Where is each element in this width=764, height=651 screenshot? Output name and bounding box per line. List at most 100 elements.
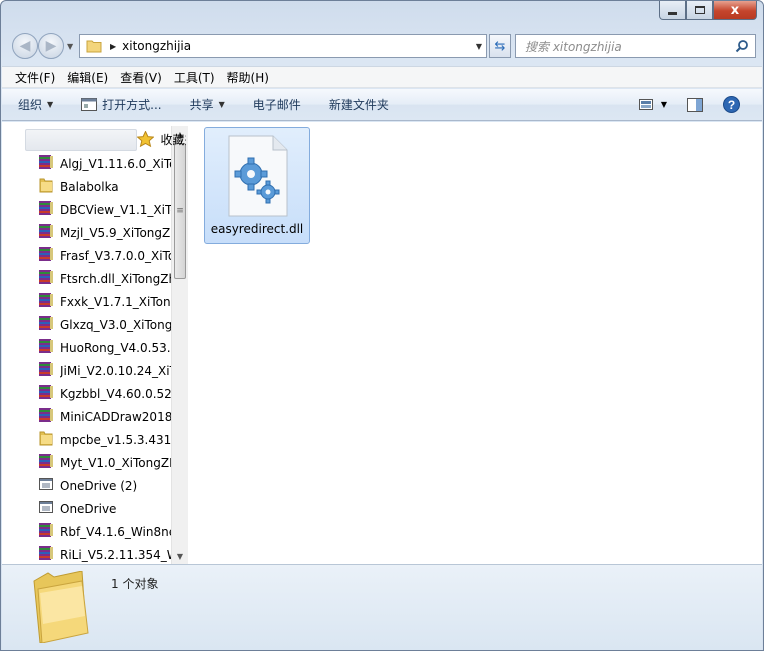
new-folder-button[interactable]: 新建文件夹: [329, 96, 389, 113]
details-pane: 1 个对象: [2, 564, 762, 650]
item-count: 1 个对象: [111, 577, 159, 591]
menu-tools[interactable]: 工具(T): [169, 69, 220, 86]
menu-edit[interactable]: 编辑(E): [62, 69, 113, 86]
sidebar-item[interactable]: Balabolka: [10, 175, 186, 198]
organize-button[interactable]: 组织 ▼: [18, 96, 53, 113]
open-with-icon: [81, 98, 98, 111]
close-button[interactable]: x: [713, 1, 757, 20]
sidebar-item-label: OneDrive (2): [60, 478, 138, 493]
share-label: 共享: [189, 98, 214, 112]
scrollbar-thumb[interactable]: ≡: [174, 143, 186, 279]
organize-label: 组织: [18, 98, 43, 112]
scroll-down-icon[interactable]: ▼: [172, 548, 188, 564]
forward-arrow-icon: ▶: [45, 38, 57, 54]
window-icon: [38, 499, 54, 518]
email-button[interactable]: 电子邮件: [253, 96, 301, 113]
chevron-down-icon: ▼: [218, 100, 225, 109]
sidebar-item[interactable]: Fxxk_V1.7.1_XiTong: [10, 290, 186, 313]
explorer-window: x ◀ ▶ ▼ ▶ xitongzhijia ▼ ⇆ 搜索 xitongzhij…: [0, 0, 764, 651]
forward-button[interactable]: ▶: [38, 33, 64, 59]
sidebar-item-label: OneDrive: [60, 501, 117, 516]
search-input[interactable]: 搜索 xitongzhijia: [515, 34, 756, 58]
view-controls: ▼ ?: [625, 96, 740, 113]
sidebar-item[interactable]: Kgzbbl_V4.60.0.520: [10, 382, 186, 405]
back-arrow-icon: ◀: [19, 38, 31, 54]
back-button[interactable]: ◀: [12, 33, 38, 59]
favorites-label: 收藏夹: [160, 132, 186, 147]
sidebar-item-label: Mzjl_V5.9_XiTongZh: [60, 225, 178, 240]
sidebar-item[interactable]: OneDrive (2): [10, 474, 186, 497]
sidebar-item[interactable]: JiMi_V2.0.10.24_XiT: [10, 359, 186, 382]
help-icon[interactable]: ?: [723, 96, 740, 113]
menu-view[interactable]: 查看(V): [115, 69, 167, 86]
preview-pane-icon[interactable]: [687, 97, 703, 112]
sidebar-item-label: RiLi_V5.2.11.354_Wi: [60, 547, 182, 562]
folder-large-icon: [33, 571, 89, 643]
sidebar-item-favorites[interactable]: 收藏夹: [10, 126, 186, 152]
sidebar-item[interactable]: DBCView_V1.1_XiTo: [10, 198, 186, 221]
sidebar-item[interactable]: OneDrive: [10, 497, 186, 520]
view-options-chevron-icon[interactable]: ▼: [661, 100, 667, 109]
sidebar-item[interactable]: Glxzq_V3.0_XiTongZ: [10, 313, 186, 336]
archive-icon: [38, 522, 54, 541]
navigation-row: ◀ ▶ ▼ ▶ xitongzhijia ▼ ⇆ 搜索 xitongzhijia: [9, 33, 756, 59]
chevron-down-icon: ▼: [47, 100, 54, 109]
menu-help[interactable]: 帮助(H): [222, 69, 274, 86]
sidebar-item[interactable]: HuoRong_V4.0.53.6: [10, 336, 186, 359]
content-area: 收藏夹 Algj_V1.11.6.0_XiTo Balabolka DBCView_…: [2, 122, 762, 564]
address-dropdown-icon[interactable]: ▼: [476, 42, 482, 51]
breadcrumb-current[interactable]: xitongzhijia: [122, 39, 191, 53]
open-with-button[interactable]: 打开方式...: [81, 96, 162, 113]
folder-icon: [86, 40, 102, 53]
sidebar-item[interactable]: Algj_V1.11.6.0_XiTo: [10, 152, 186, 175]
folder-icon: [38, 430, 54, 449]
sidebar-item[interactable]: Rbf_V4.1.6_Win8net: [10, 520, 186, 543]
sidebar-item-label: Rbf_V4.1.6_Win8net: [60, 524, 181, 539]
sidebar-item-label: Kgzbbl_V4.60.0.520: [60, 386, 180, 401]
archive-icon: [38, 154, 54, 173]
nav-scrollbar[interactable]: ▲ ≡ ▼: [171, 126, 188, 564]
search-icon[interactable]: [735, 39, 749, 53]
minimize-button[interactable]: [659, 1, 686, 20]
sidebar-item[interactable]: Frasf_V3.7.0.0_XiTo: [10, 244, 186, 267]
sidebar-item[interactable]: mpcbe_v1.5.3.4312: [10, 428, 186, 451]
minimize-icon: [668, 11, 677, 15]
menu-bar: 文件(F) 编辑(E) 查看(V) 工具(T) 帮助(H): [2, 66, 762, 88]
sidebar-item[interactable]: MiniCADDraw2018: [10, 405, 186, 428]
change-view-icon[interactable]: [638, 99, 653, 110]
sidebar-item-label: mpcbe_v1.5.3.4312: [60, 432, 179, 447]
sidebar-item[interactable]: Myt_V1.0_XiTongZH: [10, 451, 186, 474]
archive-icon: [38, 223, 54, 242]
archive-icon: [38, 338, 54, 357]
sidebar-item-label: Frasf_V3.7.0.0_XiTo: [60, 248, 176, 263]
breadcrumb-chevron-icon[interactable]: ▶: [110, 42, 116, 51]
sidebar-item-label: Myt_V1.0_XiTongZH: [60, 455, 179, 470]
sidebar-item-label: Glxzq_V3.0_XiTongZ: [60, 317, 181, 332]
star-icon: [137, 131, 155, 147]
share-button[interactable]: 共享 ▼: [190, 96, 225, 113]
search-placeholder: 搜索 xitongzhijia: [525, 39, 622, 54]
refresh-button[interactable]: ⇆: [489, 34, 511, 58]
favorites-header-bg: [25, 129, 138, 151]
recent-pages-dropdown-icon[interactable]: ▼: [67, 42, 73, 51]
file-item[interactable]: easyredirect.dll: [204, 127, 310, 244]
sidebar-item-label: HuoRong_V4.0.53.6: [60, 340, 179, 355]
archive-icon: [38, 246, 54, 265]
sidebar-item[interactable]: Ftsrch.dll_XiTongZh: [10, 267, 186, 290]
navigation-tree: Algj_V1.11.6.0_XiTo Balabolka DBCView_V1.1…: [10, 152, 186, 564]
archive-icon: [38, 200, 54, 219]
maximize-button[interactable]: [686, 1, 713, 20]
sidebar-item[interactable]: RiLi_V5.2.11.354_Wi: [10, 543, 186, 564]
refresh-icon: ⇆: [494, 38, 506, 54]
menu-file[interactable]: 文件(F): [10, 69, 60, 86]
svg-text:?: ?: [728, 98, 735, 112]
sidebar-item-label: Algj_V1.11.6.0_XiTo: [60, 156, 177, 171]
sidebar-item-label: Balabolka: [60, 179, 119, 194]
sidebar-item[interactable]: Mzjl_V5.9_XiTongZh: [10, 221, 186, 244]
sidebar-item-label: DBCView_V1.1_XiTo: [60, 202, 178, 217]
close-icon: x: [730, 2, 740, 18]
navigation-pane: 收藏夹 Algj_V1.11.6.0_XiTo Balabolka DBCView_…: [10, 126, 187, 564]
archive-icon: [38, 269, 54, 288]
address-bar[interactable]: ▶ xitongzhijia ▼: [79, 34, 487, 58]
archive-icon: [38, 453, 54, 472]
